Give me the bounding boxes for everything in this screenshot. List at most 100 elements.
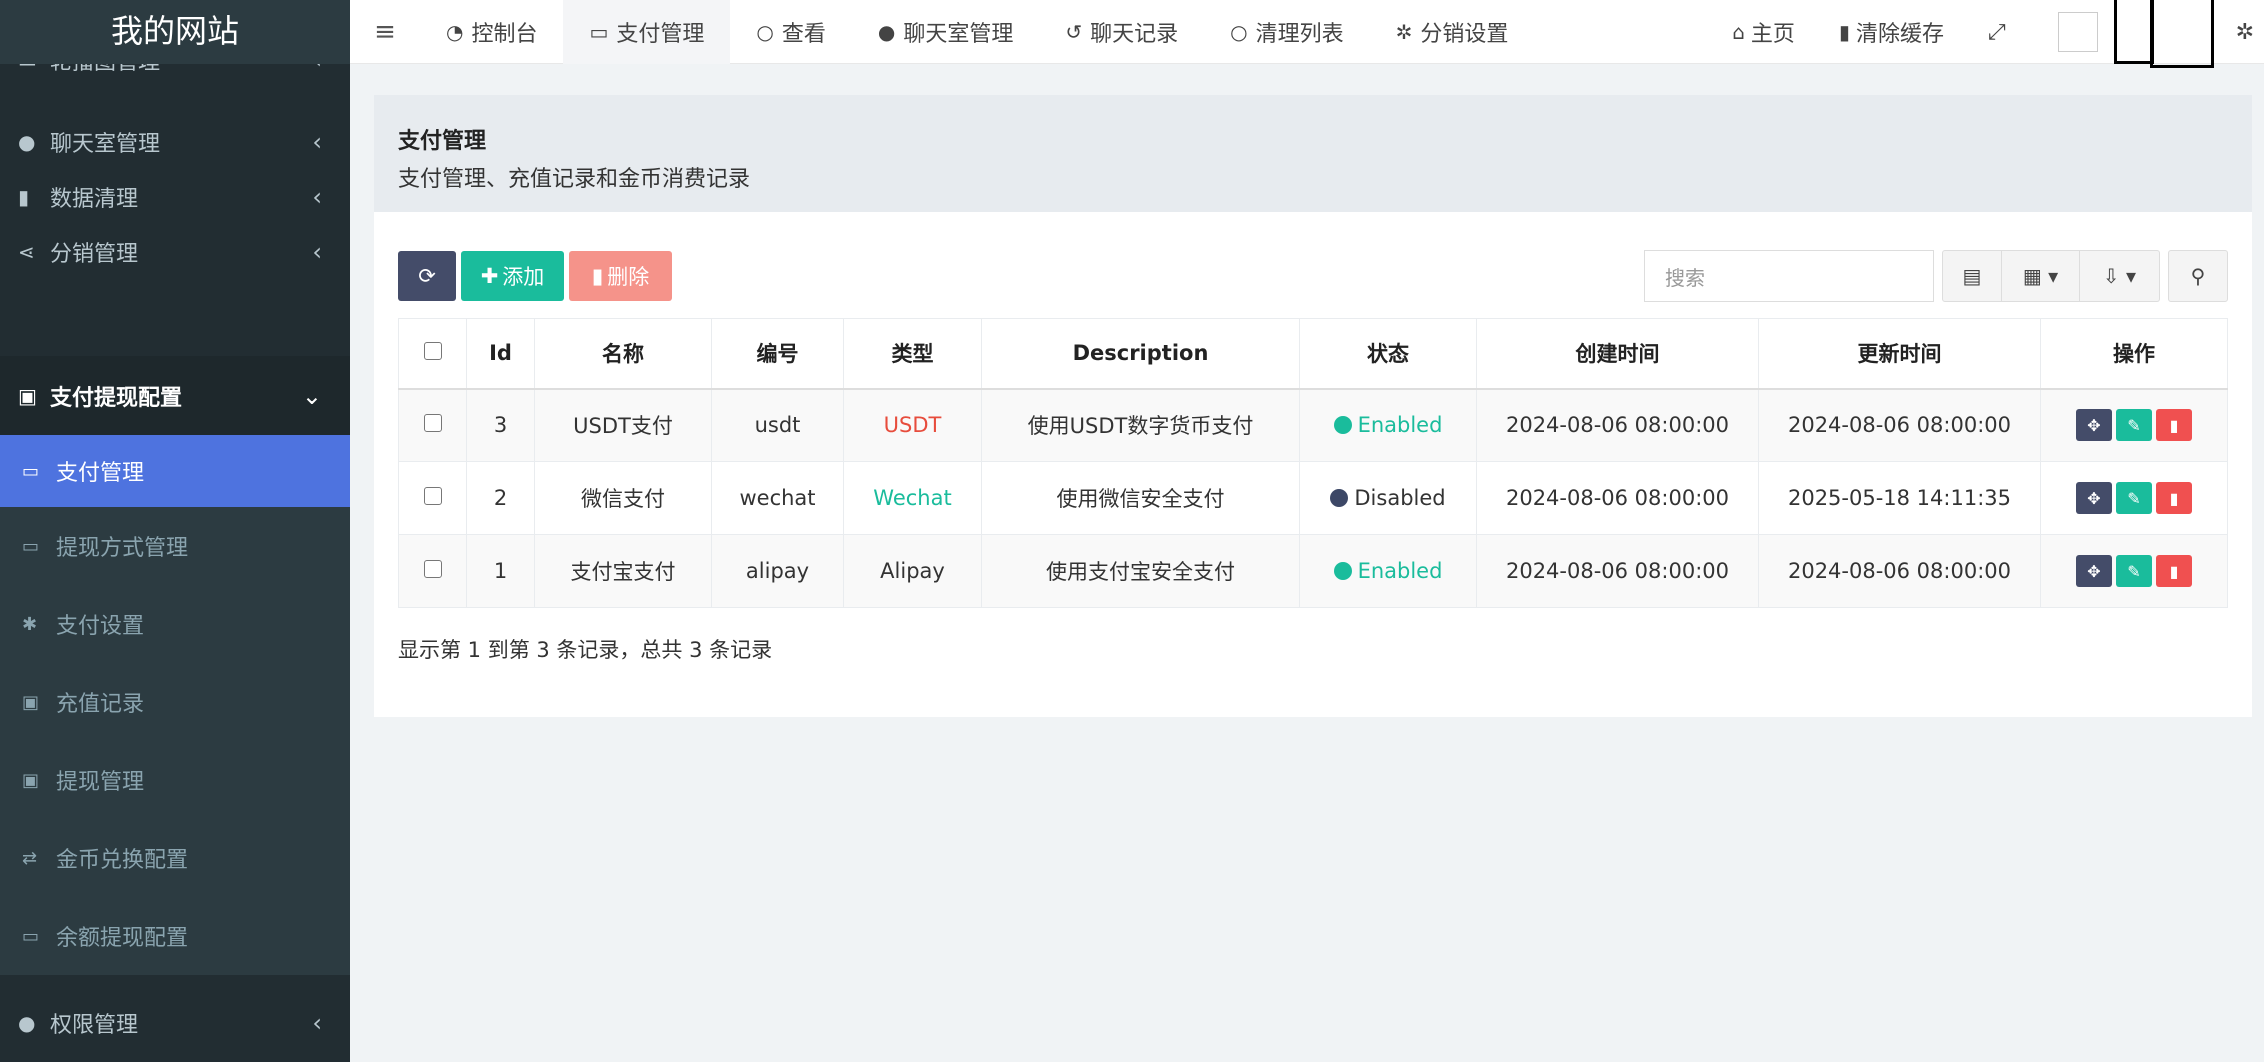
table-header-row: Id 名称 编号 类型 Description 状态 创建时间 更新时间 操作 bbox=[398, 318, 2228, 390]
tab-payment-manage[interactable]: ▭ 支付管理 bbox=[563, 0, 731, 64]
tab-chatroom[interactable]: ● 聊天室管理 bbox=[852, 0, 1039, 64]
col-header[interactable]: Description bbox=[981, 318, 1300, 390]
cell-created: 2024-08-06 08:00:00 bbox=[1476, 534, 1759, 608]
search-icon[interactable]: ⚲ bbox=[2168, 250, 2228, 302]
status-label: Disabled bbox=[1354, 486, 1446, 510]
tab-view[interactable]: ○ 查看 bbox=[730, 0, 851, 64]
sidebar-item-withdraw-manage[interactable]: ▣ 提现管理 bbox=[0, 741, 350, 819]
delete-button[interactable]: ▮ 删除 bbox=[569, 251, 672, 301]
list-view-icon[interactable]: ▤ bbox=[1942, 250, 2002, 302]
comment-icon: ● bbox=[877, 19, 896, 44]
col-header[interactable]: 创建时间 bbox=[1476, 318, 1759, 390]
col-header[interactable]: Id bbox=[466, 318, 535, 390]
drag-move-button[interactable]: ✥ bbox=[2076, 482, 2112, 514]
page-subtitle: 支付管理、充值记录和金币消费记录 bbox=[398, 167, 751, 192]
trash-icon: ▮ bbox=[18, 184, 30, 209]
tab-dashboard[interactable]: ◔ 控制台 bbox=[420, 0, 563, 64]
table-row[interactable]: 2 微信支付 wechat Wechat 使用微信安全支付 Disabled 2024-08… bbox=[398, 461, 2228, 535]
status-dot-icon bbox=[1333, 416, 1352, 435]
cell-name: 微信支付 bbox=[534, 461, 712, 535]
delete-row-button[interactable]: ▮ bbox=[2156, 482, 2192, 514]
fullscreen-icon[interactable]: ⤢ bbox=[1966, 20, 2028, 45]
row-checkbox[interactable] bbox=[398, 461, 467, 535]
sidebar-item-label: 充值记录 bbox=[56, 692, 145, 717]
col-header[interactable]: 状态 bbox=[1299, 318, 1477, 390]
add-button[interactable]: ✚ 添加 bbox=[461, 251, 564, 301]
col-header[interactable]: 名称 bbox=[534, 318, 712, 390]
share-icon: ⋖ bbox=[18, 239, 35, 264]
cell-id: 2 bbox=[466, 461, 535, 535]
tab-distribution-settings[interactable]: ✲ 分销设置 bbox=[1370, 0, 1535, 64]
add-label: 添加 bbox=[502, 265, 545, 289]
delete-row-button[interactable]: ▮ bbox=[2156, 409, 2192, 442]
drag-move-button[interactable]: ✥ bbox=[2076, 409, 2112, 442]
search-input[interactable]: 搜索 bbox=[1644, 250, 1934, 302]
menu-toggle-icon[interactable]: ≡ bbox=[350, 17, 420, 47]
cell-actions: ✥ ✎ ▮ bbox=[2040, 461, 2228, 535]
tab-label: 聊天室管理 bbox=[903, 21, 1014, 47]
sidebar-item-payment-config[interactable]: ▣ 支付提现配置 ⌄ bbox=[0, 356, 350, 435]
sidebar-item-label: 支付设置 bbox=[56, 614, 145, 639]
page-header: 支付管理 支付管理、充值记录和金币消费记录 bbox=[374, 95, 2252, 212]
sidebar-item-data-cleanup[interactable]: ▮ 数据清理 ‹ bbox=[0, 169, 350, 224]
drag-move-button[interactable]: ✥ bbox=[2076, 555, 2112, 587]
table-row[interactable]: 3 USDT支付 usdt USDT 使用USDT数字货币支付 Enabled 2024-0… bbox=[398, 388, 2228, 462]
tab-chat-history[interactable]: ↺ 聊天记录 bbox=[1039, 0, 1204, 64]
edit-button[interactable]: ✎ bbox=[2116, 409, 2152, 442]
sidebar-item-withdraw-methods[interactable]: ▭ 提现方式管理 bbox=[0, 507, 350, 585]
export-icon[interactable]: ⇩ ▾ bbox=[2080, 250, 2160, 302]
sidebar-item-payment-settings[interactable]: ✱ 支付设置 bbox=[0, 585, 350, 663]
sidebar-item-payment-manage[interactable]: ▭ 支付管理 bbox=[0, 435, 350, 507]
tab-cleanup-list[interactable]: ○ 清理列表 bbox=[1204, 0, 1369, 64]
cell-status[interactable]: Enabled bbox=[1299, 388, 1477, 462]
sidebar-item-permissions[interactable]: ● 权限管理 ‹ bbox=[0, 983, 350, 1062]
credit-card-icon: ▭ bbox=[589, 19, 609, 44]
cell-id: 1 bbox=[466, 534, 535, 608]
users-icon: ● bbox=[18, 1010, 36, 1035]
sidebar-item-label: 金币兑换配置 bbox=[56, 848, 189, 873]
select-all-checkbox[interactable] bbox=[398, 318, 467, 390]
edit-button[interactable]: ✎ bbox=[2116, 555, 2152, 587]
sidebar-item-chatroom[interactable]: ● 聊天室管理 ‹ bbox=[0, 114, 350, 169]
tab-label: 查看 bbox=[781, 21, 826, 47]
status-dot-icon bbox=[1333, 562, 1352, 580]
chevron-left-icon: ‹ bbox=[312, 127, 322, 156]
home-link[interactable]: ⌂ 主页 bbox=[1710, 16, 1817, 48]
columns-icon[interactable]: ▦ ▾ bbox=[2002, 250, 2080, 302]
settings-icon[interactable]: ✲ bbox=[2214, 20, 2264, 45]
site-logo[interactable]: 我的网站 bbox=[0, 0, 350, 64]
history-icon: ↺ bbox=[1065, 19, 1083, 44]
sidebar-item-distribution[interactable]: ⋖ 分销管理 ‹ bbox=[0, 224, 350, 279]
col-header[interactable]: 类型 bbox=[843, 318, 982, 390]
sidebar-item-coin-exchange[interactable]: ⇄ 金币兑换配置 bbox=[0, 819, 350, 897]
redacted-block bbox=[2113, 0, 2154, 64]
status-dot-icon bbox=[1330, 489, 1349, 507]
sidebar-item-balance-withdraw[interactable]: ▭ 余额提现配置 bbox=[0, 897, 350, 975]
circle-icon: ○ bbox=[756, 19, 774, 44]
chevron-left-icon: ‹ bbox=[312, 182, 322, 211]
cell-type[interactable]: USDT bbox=[843, 388, 982, 462]
dashboard-icon: ◔ bbox=[446, 19, 464, 44]
sidebar-item-label: 提现方式管理 bbox=[56, 536, 189, 561]
table-row[interactable]: 1 支付宝支付 alipay Alipay 使用支付宝安全支付 Enabled 2024-0… bbox=[398, 534, 2228, 608]
cell-type[interactable]: Wechat bbox=[843, 461, 982, 535]
cell-status[interactable]: Disabled bbox=[1299, 461, 1477, 535]
chevron-down-icon: ⌄ bbox=[301, 381, 322, 410]
sidebar-item-recharge-records[interactable]: ▣ 充值记录 bbox=[0, 663, 350, 741]
delete-row-button[interactable]: ▮ bbox=[2156, 555, 2192, 587]
toolbar-right: 搜索 ▤ ▦ ▾ ⇩ ▾ ⚲ bbox=[1644, 250, 2228, 302]
cell-status[interactable]: Enabled bbox=[1299, 534, 1477, 608]
money-icon: ▣ bbox=[22, 691, 40, 713]
clear-cache-button[interactable]: ▮ 清除缓存 bbox=[1817, 16, 1966, 48]
edit-button[interactable]: ✎ bbox=[2116, 482, 2152, 514]
col-header[interactable]: 编号 bbox=[711, 318, 844, 390]
refresh-button[interactable]: ⟳ bbox=[398, 251, 456, 301]
delete-label: 删除 bbox=[607, 265, 650, 289]
cell-type[interactable]: Alipay bbox=[843, 534, 982, 608]
cell-updated: 2025-05-18 14:11:35 bbox=[1758, 461, 2041, 535]
avatar[interactable] bbox=[2057, 12, 2098, 52]
col-header[interactable]: 更新时间 bbox=[1758, 318, 2041, 390]
right-nav: ⌂ 主页 ▮ 清除缓存 ⤢ ✲ bbox=[1710, 0, 2264, 68]
row-checkbox[interactable] bbox=[398, 388, 467, 462]
row-checkbox[interactable] bbox=[398, 534, 467, 608]
